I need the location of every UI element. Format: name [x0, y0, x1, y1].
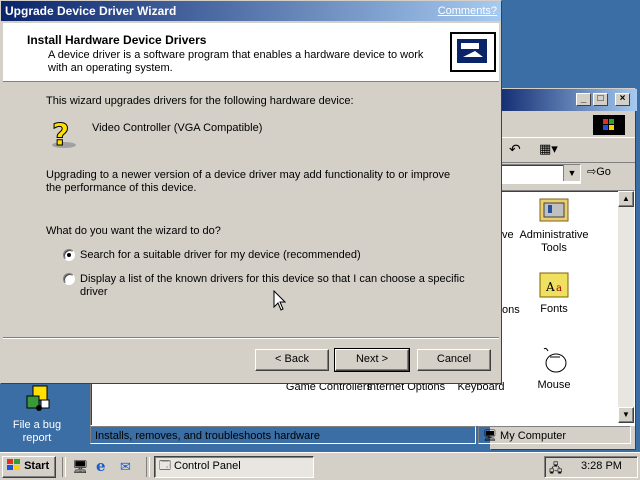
maximize-button[interactable]: □ — [593, 93, 608, 106]
dropdown-arrow-icon[interactable]: ▼ — [563, 165, 580, 181]
bug-report-icon — [26, 385, 50, 411]
start-button[interactable]: Start — [2, 456, 56, 478]
bug-report-label: File a bug report — [12, 419, 62, 444]
svg-text:?: ? — [52, 118, 69, 151]
option-search-label[interactable]: Search for a suitable driver for my devi… — [80, 249, 361, 261]
cp-item-administrative-tools[interactable]: Administrative Tools — [509, 195, 599, 255]
taskbar-control-panel-button[interactable]: 🗔 Control Panel — [154, 456, 314, 478]
svg-text:a: a — [556, 283, 562, 294]
status-location-label: My Computer — [500, 430, 567, 442]
status-text: Installs, removes, and troubleshoots har… — [90, 426, 476, 444]
radio-display-list[interactable] — [63, 273, 75, 285]
question-text: What do you want the wizard to do? — [46, 225, 221, 237]
vertical-scrollbar[interactable]: ▲ ▼ — [618, 191, 634, 423]
views-icon[interactable]: ▦▾ — [539, 141, 558, 157]
mouse-icon — [543, 347, 567, 373]
start-label: Start — [24, 460, 50, 472]
cp-partial-label: ve — [502, 229, 514, 241]
hardware-wizard-icon — [449, 27, 497, 75]
cancel-button[interactable]: Cancel — [417, 349, 491, 371]
separator — [3, 337, 499, 339]
comments-link[interactable]: Comments? — [438, 1, 497, 21]
close-button[interactable]: × — [615, 93, 630, 106]
next-button[interactable]: Next > — [334, 348, 410, 372]
windows-logo-icon — [593, 115, 625, 135]
windows-flag-icon — [7, 459, 21, 471]
upgrade-note: Upgrading to a newer version of a device… — [46, 169, 451, 194]
desktop-icon-bug-report[interactable]: File a bug report — [8, 384, 66, 445]
undo-icon[interactable]: ↶ — [509, 141, 521, 158]
scroll-up-button[interactable]: ▲ — [618, 191, 634, 207]
minimize-button[interactable]: _ — [576, 93, 591, 106]
fonts-icon: A a — [539, 272, 569, 298]
system-tray: 🖧 3:28 PM — [544, 456, 638, 478]
status-location: 🖥 My Computer — [478, 426, 631, 444]
clock[interactable]: 3:28 PM — [581, 460, 622, 472]
wizard-header: Install Hardware Device Drivers A device… — [3, 23, 499, 82]
task-label: Control Panel — [174, 460, 241, 472]
network-icon[interactable]: 🖧 — [549, 459, 562, 480]
taskbar: Start 🖥 e ✉ 🗔 Control Panel 🖧 3:28 PM — [0, 452, 640, 480]
back-button[interactable]: < Back — [255, 349, 329, 371]
outlook-express-icon[interactable]: ✉ — [120, 459, 131, 475]
upgrade-driver-wizard[interactable]: Upgrade Device Driver Wizard Comments? I… — [0, 0, 502, 384]
cp-item-label: Administrative Tools — [519, 229, 589, 254]
scroll-down-button[interactable]: ▼ — [618, 407, 634, 423]
intro-text: This wizard upgrades drivers for the fol… — [46, 95, 354, 107]
go-button[interactable]: ⇨Go — [587, 165, 611, 178]
control-panel-icon: 🗔 — [159, 460, 171, 472]
wizard-title: Upgrade Device Driver Wizard — [5, 4, 177, 18]
status-bar: Installs, removes, and troubleshoots har… — [90, 426, 633, 446]
go-icon: ⇨ — [587, 166, 597, 178]
header-title: Install Hardware Device Drivers — [27, 33, 207, 47]
control-panel-titlebar[interactable]: _ □ × — [491, 89, 637, 111]
go-label: Go — [596, 166, 611, 178]
device-question-icon: ? — [46, 117, 80, 154]
administrative-tools-icon — [539, 198, 569, 222]
cp-partial-label: ons — [502, 304, 520, 316]
radio-search[interactable] — [63, 249, 75, 261]
internet-explorer-icon[interactable]: e — [96, 457, 106, 475]
mouse-cursor-icon — [273, 289, 287, 315]
show-desktop-icon[interactable]: 🖥 — [72, 459, 89, 475]
header-desc: A device driver is a software program th… — [48, 49, 424, 74]
cp-item-fonts[interactable]: A a Fonts — [509, 271, 599, 316]
wizard-titlebar[interactable]: Upgrade Device Driver Wizard Comments? — [1, 1, 501, 21]
svg-text:A: A — [545, 280, 555, 294]
my-computer-icon: 🖥 — [483, 430, 497, 442]
address-combo[interactable]: ▼ — [493, 164, 581, 184]
device-name: Video Controller (VGA Compatible) — [92, 122, 263, 134]
cp-item-label: Fonts — [540, 303, 568, 315]
